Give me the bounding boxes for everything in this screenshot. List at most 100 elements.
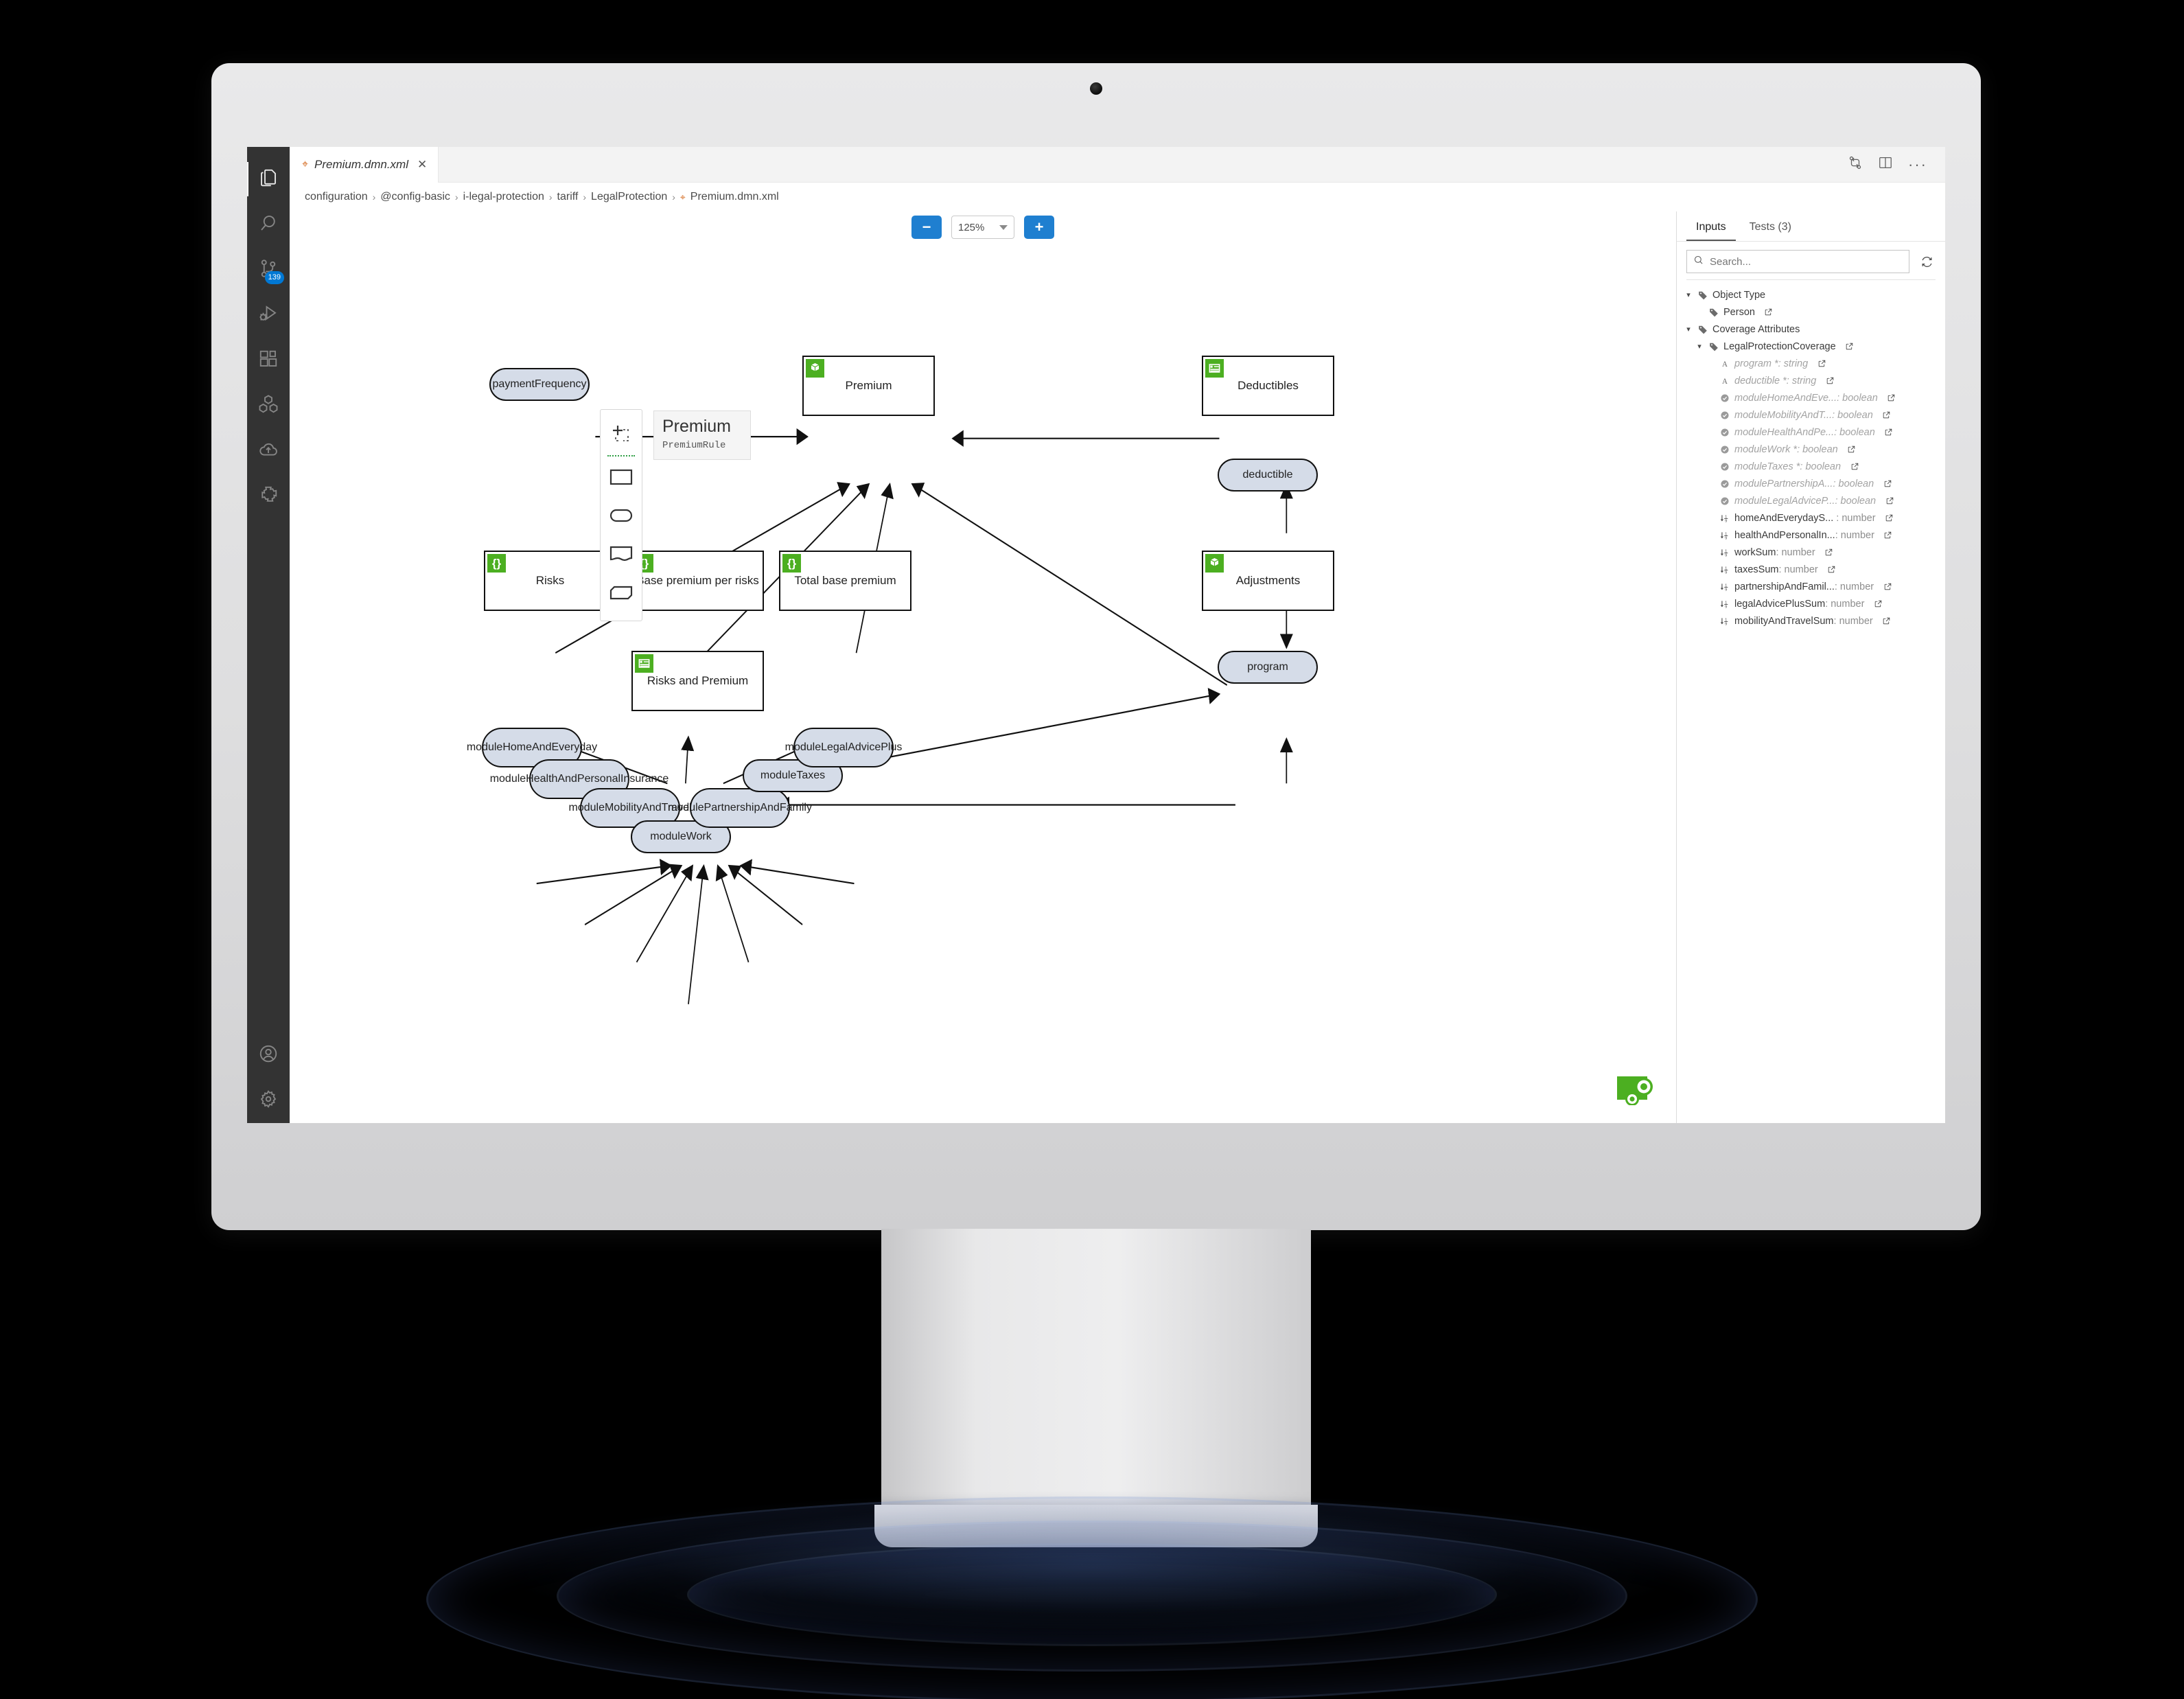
- breadcrumb-item-0[interactable]: configuration: [305, 191, 368, 203]
- zoom-out-button[interactable]: −: [911, 216, 942, 239]
- tree-row[interactable]: Adeductible *: string: [1684, 372, 1941, 389]
- palette-input-data-shape[interactable]: [602, 498, 640, 536]
- open-external-icon[interactable]: [1882, 582, 1893, 591]
- tree-row[interactable]: Aprogram *: string: [1684, 355, 1941, 372]
- search-field[interactable]: [1686, 250, 1909, 273]
- open-external-icon[interactable]: [1884, 496, 1895, 505]
- activity-item-puzzle[interactable]: [247, 474, 290, 519]
- activity-item-source-control[interactable]: 139: [247, 247, 290, 292]
- open-external-icon[interactable]: [1849, 462, 1860, 471]
- open-external-icon[interactable]: [1824, 376, 1835, 385]
- breadcrumb-item-2[interactable]: i-legal-protection: [463, 191, 544, 203]
- open-external-icon[interactable]: [1872, 599, 1883, 608]
- open-external-icon[interactable]: [1883, 531, 1894, 540]
- node-program[interactable]: program: [1218, 651, 1318, 684]
- tree-row[interactable]: 1 9 workSum: number: [1684, 544, 1941, 561]
- tree-row[interactable]: ▾ Coverage Attributes: [1684, 321, 1941, 338]
- zoom-level-value: 125%: [958, 221, 985, 233]
- webcam: [1090, 82, 1102, 95]
- palette-lasso-tool[interactable]: [602, 416, 640, 454]
- open-external-icon[interactable]: [1883, 428, 1894, 437]
- node-risks[interactable]: {} Risks: [484, 551, 616, 611]
- tree-row[interactable]: moduleMobilityAndT...: boolean: [1684, 406, 1941, 424]
- activity-item-account[interactable]: [247, 1032, 290, 1078]
- open-external-icon[interactable]: [1763, 308, 1774, 316]
- table-icon: [635, 654, 653, 673]
- activity-item-cloud-upload[interactable]: [247, 428, 290, 474]
- zoom-level-select[interactable]: 125%: [951, 216, 1014, 239]
- open-external-icon[interactable]: [1826, 565, 1837, 574]
- open-external-icon[interactable]: [1886, 393, 1897, 402]
- tree-row[interactable]: Person: [1684, 303, 1941, 321]
- chevron-down-icon[interactable]: ▾: [1684, 290, 1693, 299]
- breadcrumb-item-1[interactable]: @config-basic: [380, 191, 450, 203]
- more-actions-icon[interactable]: ···: [1908, 157, 1927, 172]
- open-external-icon[interactable]: [1824, 548, 1835, 557]
- breadcrumb-item-4[interactable]: LegalProtection: [591, 191, 667, 203]
- chevron-down-icon[interactable]: ▾: [1684, 325, 1693, 334]
- open-external-icon[interactable]: [1881, 411, 1892, 419]
- tab-tests[interactable]: Tests (3): [1740, 216, 1801, 241]
- boolean-icon: [1719, 393, 1730, 403]
- node-modulePartnershipAndFamily[interactable]: modulePartnershipAndFamily: [668, 788, 812, 828]
- node-adjustments[interactable]: Adjustments: [1202, 551, 1334, 611]
- activity-item-modules[interactable]: [247, 383, 290, 428]
- node-premium[interactable]: Premium: [802, 356, 935, 416]
- open-external-icon[interactable]: [1844, 342, 1855, 351]
- node-deductible[interactable]: deductible: [1218, 459, 1318, 492]
- chevron-down-icon[interactable]: ▾: [1695, 342, 1704, 351]
- zoom-in-button[interactable]: +: [1024, 216, 1054, 239]
- node-label: program: [1247, 661, 1288, 673]
- shape-palette: [600, 409, 642, 621]
- activity-item-settings[interactable]: [247, 1078, 290, 1123]
- editor-body: − 125% + Premium PremiumRule Premium Ded…: [290, 211, 1945, 1123]
- tab-inputs[interactable]: Inputs: [1686, 216, 1736, 241]
- open-external-icon[interactable]: [1816, 359, 1827, 368]
- split-editor-icon[interactable]: [1878, 155, 1893, 174]
- palette-business-knowledge-model-shape[interactable]: [602, 575, 640, 613]
- activity-item-search[interactable]: [247, 202, 290, 247]
- tree-row[interactable]: ▾ LegalProtectionCoverage: [1684, 338, 1941, 355]
- open-external-icon[interactable]: [1884, 513, 1895, 522]
- open-external-icon[interactable]: [1882, 479, 1893, 488]
- node-paymentFrequency[interactable]: paymentFrequency: [489, 368, 590, 401]
- tree-row[interactable]: 1 9 taxesSum: number: [1684, 561, 1941, 578]
- node-label: modulePartnershipAndFamily: [668, 802, 812, 814]
- activity-item-run-debug[interactable]: [247, 292, 290, 338]
- node-total-base-premium[interactable]: {} Total base premium: [779, 551, 911, 611]
- node-moduleLegalAdvicePlus[interactable]: moduleLegalAdvicePlus: [785, 728, 902, 767]
- palette-decision-shape[interactable]: [602, 459, 640, 498]
- tree-row[interactable]: moduleHomeAndEve...: boolean: [1684, 389, 1941, 406]
- node-base-premium-per-risks[interactable]: {} Base premium per risks: [631, 551, 764, 611]
- breadcrumb-item-5[interactable]: Premium.dmn.xml: [690, 191, 779, 203]
- compare-changes-icon[interactable]: [1848, 155, 1863, 174]
- refresh-icon[interactable]: [1918, 253, 1936, 270]
- tree-row-label: moduleLegalAdviceP...: boolean: [1734, 495, 1877, 507]
- tree-row[interactable]: 1 9 legalAdvicePlusSum: number: [1684, 595, 1941, 612]
- breadcrumb-item-3[interactable]: tariff: [557, 191, 579, 203]
- tree-row[interactable]: moduleLegalAdviceP...: boolean: [1684, 492, 1941, 509]
- tab-premium-dmn-xml[interactable]: ⌖ Premium.dmn.xml ✕: [290, 147, 439, 183]
- activity-item-explorer[interactable]: [247, 157, 290, 202]
- tree-row[interactable]: 1 9 partnershipAndFamil...: number: [1684, 578, 1941, 595]
- node-label: paymentFrequency: [492, 378, 587, 391]
- inputs-tree[interactable]: ▾ Object Type Person ▾ Coverage Attributes ▾ L…: [1677, 280, 1945, 1123]
- tree-row[interactable]: 1 9 homeAndEverydayS... : number: [1684, 509, 1941, 527]
- tree-row-label: moduleTaxes *: boolean: [1734, 461, 1842, 472]
- tree-row[interactable]: moduleTaxes *: boolean: [1684, 458, 1941, 475]
- tree-row[interactable]: 1 9 mobilityAndTravelSum: number: [1684, 612, 1941, 629]
- dmn-canvas[interactable]: − 125% + Premium PremiumRule Premium Ded…: [290, 211, 1676, 1123]
- tree-row[interactable]: moduleHealthAndPe...: boolean: [1684, 424, 1941, 441]
- tree-row[interactable]: ▾ Object Type: [1684, 286, 1941, 303]
- node-risks-and-premium[interactable]: Risks and Premium: [631, 651, 764, 711]
- open-external-icon[interactable]: [1846, 445, 1857, 454]
- search-input[interactable]: [1710, 255, 1903, 268]
- node-deductibles[interactable]: Deductibles: [1202, 356, 1334, 416]
- tree-row[interactable]: 1 9 healthAndPersonalIn...: number: [1684, 527, 1941, 544]
- tree-row[interactable]: modulePartnershipA...: boolean: [1684, 475, 1941, 492]
- tree-row[interactable]: moduleWork *: boolean: [1684, 441, 1941, 458]
- open-external-icon[interactable]: [1881, 616, 1892, 625]
- activity-item-extensions[interactable]: [247, 338, 290, 383]
- palette-knowledge-source-shape[interactable]: [602, 536, 640, 575]
- close-icon[interactable]: ✕: [417, 158, 427, 172]
